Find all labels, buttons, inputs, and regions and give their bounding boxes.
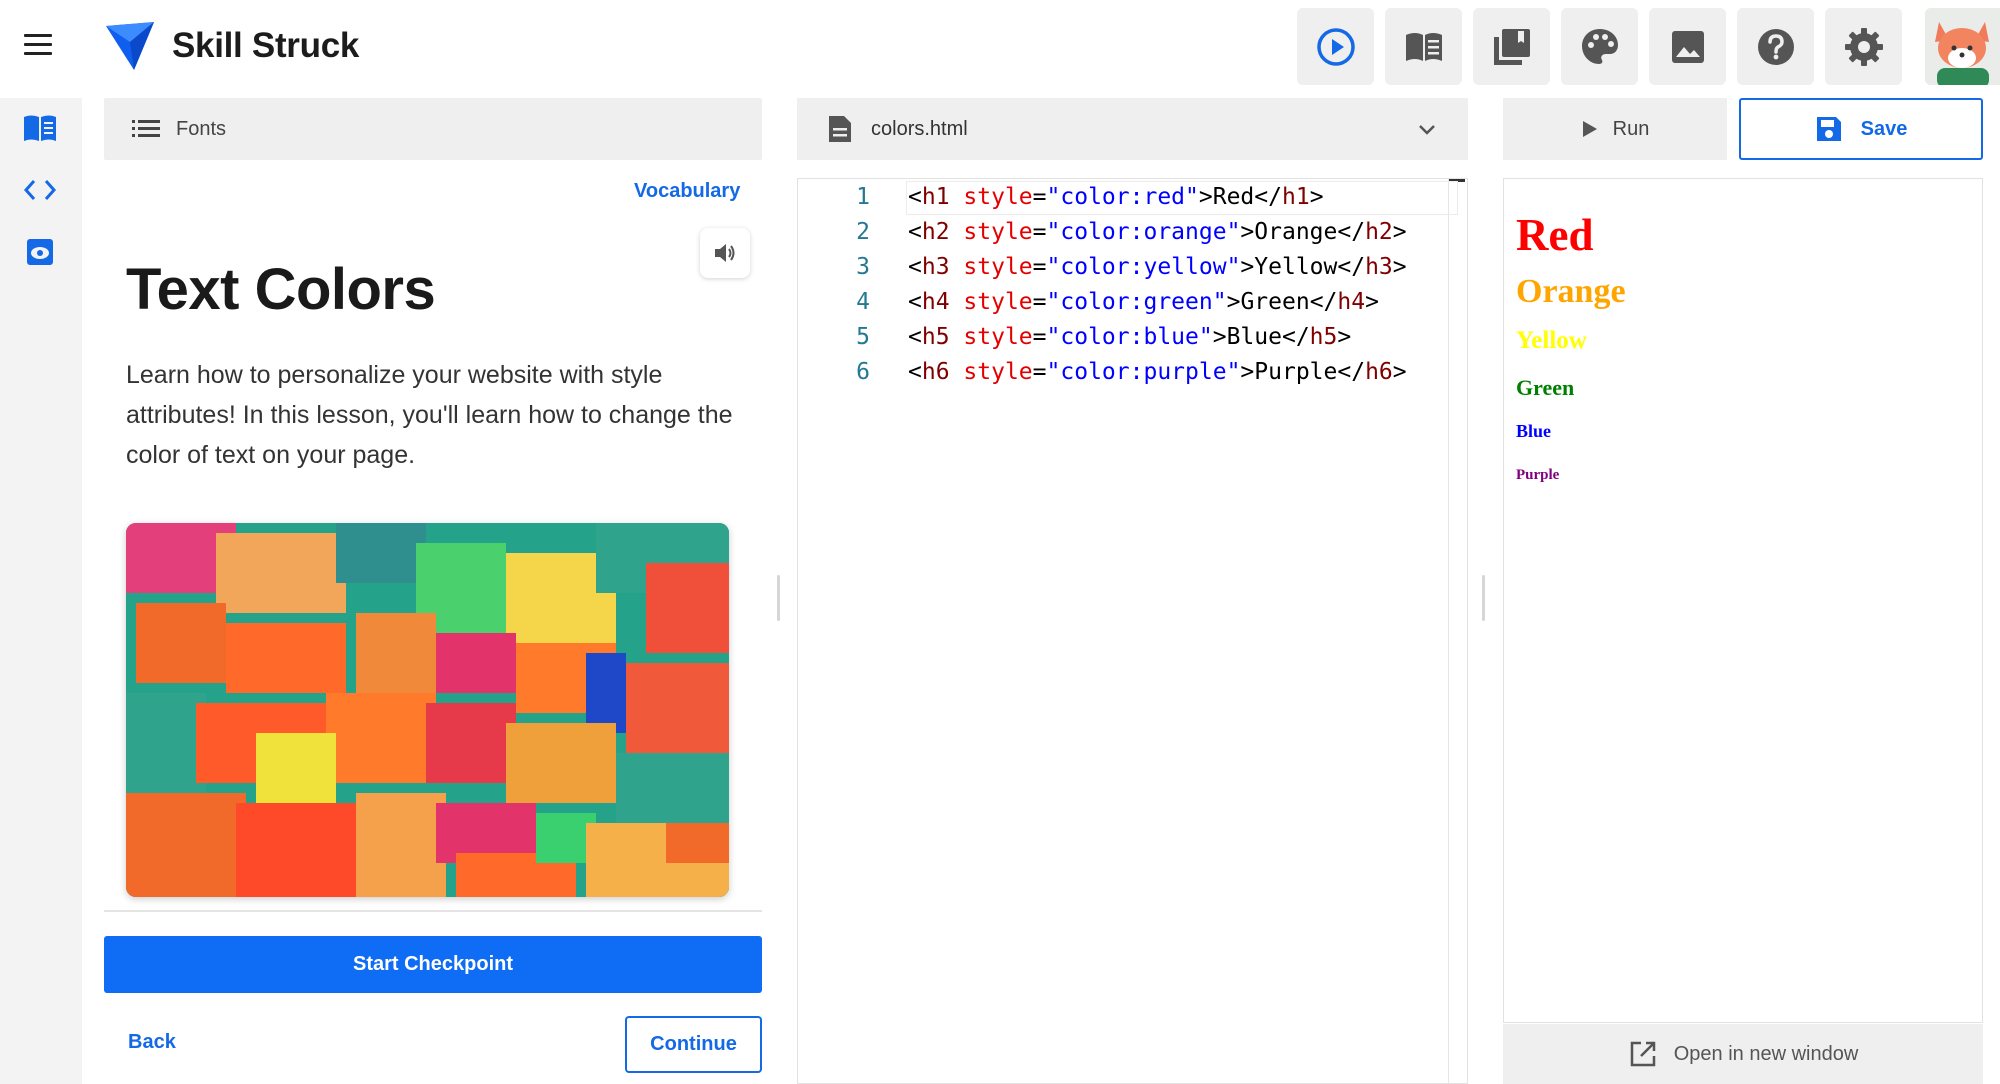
play-circle-icon: [1316, 27, 1355, 66]
save-icon: [1816, 117, 1841, 141]
palette-icon: [1581, 28, 1618, 64]
line-number: 1: [856, 184, 870, 210]
editor-preview-splitter[interactable]: [1482, 575, 1485, 621]
run-button[interactable]: Run: [1503, 98, 1727, 160]
line-number: 6: [856, 359, 870, 385]
code-text: <h2 style="color:orange">Orange</h2>: [908, 219, 1407, 245]
run-preview-button[interactable]: [1297, 8, 1374, 85]
chevron-down-icon: [1419, 125, 1435, 135]
preview-heading-h4: Green: [1516, 375, 1575, 400]
preview-eye-icon[interactable]: [22, 236, 58, 268]
list-icon: [132, 120, 160, 137]
file-name: colors.html: [871, 117, 968, 140]
help-button[interactable]: [1737, 8, 1814, 85]
images-button[interactable]: [1649, 8, 1726, 85]
preview-heading-h3: Yellow: [1516, 327, 1587, 354]
line-number: 2: [856, 219, 870, 245]
lesson-description: Learn how to personalize your website wi…: [126, 361, 733, 469]
file-selector[interactable]: colors.html: [797, 98, 1468, 160]
save-label: Save: [1860, 117, 1908, 140]
open-in-new-window-button[interactable]: Open in new window: [1503, 1024, 1983, 1084]
preview-heading-h1: Red: [1516, 210, 1594, 260]
library-icon: [1493, 28, 1530, 65]
help-icon: [1757, 28, 1794, 65]
lesson-editor-splitter[interactable]: [777, 575, 780, 621]
line-number: 4: [856, 289, 870, 315]
play-icon: [1582, 121, 1597, 137]
user-avatar[interactable]: [1925, 8, 2000, 85]
lesson-divider: [104, 910, 762, 912]
colorful-mosaic-image: [126, 523, 729, 897]
lesson-book-icon[interactable]: [22, 112, 58, 144]
code-line[interactable]: 3 <h3 style="color:yellow">Yellow</h3>: [798, 250, 1467, 285]
speaker-icon: [715, 244, 735, 262]
lesson-book-button[interactable]: [1385, 8, 1462, 85]
code-line[interactable]: 2 <h2 style="color:orange">Orange</h2>: [798, 215, 1467, 250]
code-text: <h5 style="color:blue">Blue</h5>: [908, 324, 1352, 350]
line-number: 3: [856, 254, 870, 280]
save-button[interactable]: Save: [1739, 98, 1983, 160]
lesson-image: [126, 523, 729, 897]
start-checkpoint-button[interactable]: Start Checkpoint: [104, 936, 762, 993]
preview-heading-h5: Blue: [1516, 421, 1552, 441]
code-text: <h6 style="color:purple">Purple</h6>: [908, 359, 1407, 385]
open-external-icon: [1630, 1041, 1655, 1067]
top-bar: Skill Struck: [0, 0, 2000, 94]
settings-button[interactable]: [1825, 8, 1902, 85]
library-button[interactable]: [1473, 8, 1550, 85]
code-text: <h1 style="color:red">Red</h1>: [908, 184, 1324, 210]
code-text: <h4 style="color:green">Green</h4>: [908, 289, 1379, 315]
back-button[interactable]: Back: [128, 1031, 176, 1054]
read-aloud-button[interactable]: [700, 228, 750, 278]
lesson-section-header[interactable]: Fonts: [104, 98, 762, 160]
left-rail: [0, 98, 82, 1084]
menu-icon[interactable]: [24, 34, 54, 60]
vocabulary-link[interactable]: Vocabulary: [634, 180, 740, 203]
code-line[interactable]: 5 <h5 style="color:blue">Blue</h5>: [798, 320, 1467, 355]
skill-struck-logo: [106, 22, 154, 70]
code-line[interactable]: 4 <h4 style="color:green">Green</h4>: [798, 285, 1467, 320]
code-line[interactable]: 6 <h6 style="color:purple">Purple</h6>: [798, 355, 1467, 390]
code-line[interactable]: 1 <h1 style="color:red">Red</h1>: [798, 180, 1467, 215]
theme-button[interactable]: [1561, 8, 1638, 85]
fox-avatar-icon: [1925, 8, 2000, 85]
preview-heading-h6: Purple: [1516, 467, 1560, 483]
file-icon: [829, 116, 851, 142]
settings-icon: [1844, 27, 1883, 66]
continue-button[interactable]: Continue: [625, 1016, 762, 1073]
code-icon[interactable]: [22, 174, 58, 206]
code-editor[interactable]: 1 <h1 style="color:red">Red</h1> 2 <h2 styl…: [797, 178, 1468, 1084]
run-label: Run: [1612, 117, 1650, 140]
lesson-title: Text Colors: [126, 257, 436, 322]
code-text: <h3 style="color:yellow">Yellow</h3>: [908, 254, 1407, 280]
preview-heading-h2: Orange: [1516, 273, 1626, 310]
line-number: 5: [856, 324, 870, 350]
open-window-label: Open in new window: [1673, 1042, 1859, 1065]
book-icon: [1405, 32, 1442, 61]
lesson-section-label: Fonts: [176, 117, 227, 140]
brand-name: Skill Struck: [172, 26, 360, 65]
image-icon: [1671, 30, 1704, 63]
preview-frame: Red Orange Yellow Green Blue Purple: [1503, 178, 1983, 1023]
